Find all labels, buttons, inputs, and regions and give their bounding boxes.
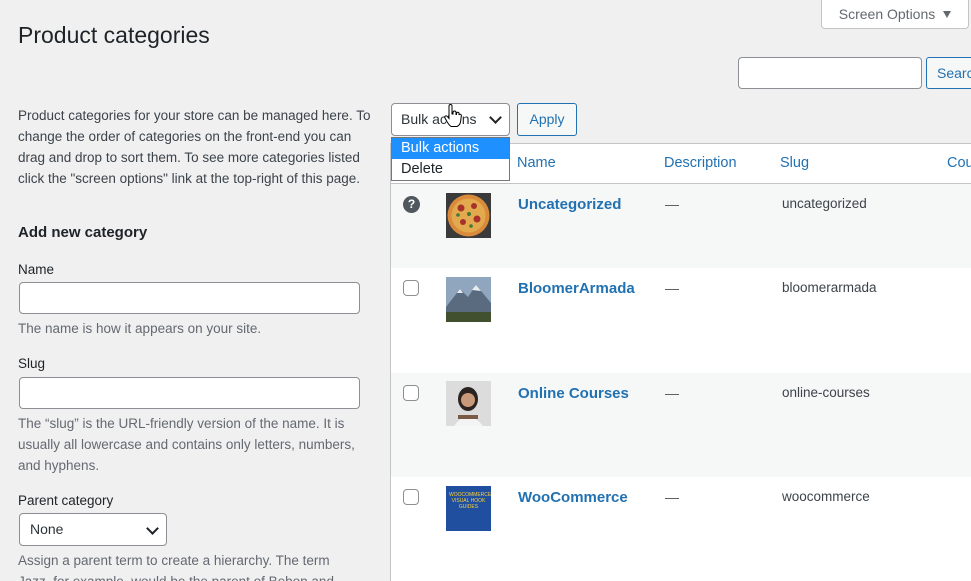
search-button[interactable]: Search (926, 57, 971, 89)
table-row: Online Courses — online-courses (391, 373, 971, 477)
apply-button[interactable]: Apply (517, 103, 577, 136)
category-slug: woocommerce (782, 489, 870, 504)
table-row: WOOCOMMERCE VISUAL HOOK GUIDES WooCommer… (391, 477, 971, 581)
column-description[interactable]: Description (664, 155, 737, 171)
screen-options-label: Screen Options (838, 6, 936, 22)
triangle-down-icon (943, 10, 952, 18)
categories-table: Name Description Slug Count ? (390, 143, 971, 581)
table-row: BloomerArmada — bloomerarmada (391, 268, 971, 373)
bulk-actions-dropdown: Bulk actions Delete (391, 137, 510, 181)
chevron-down-icon (146, 522, 159, 535)
chevron-down-icon (489, 111, 502, 124)
table-row: ? Uncategorized — uncategorized (391, 184, 971, 268)
intro-text: Product categories for your store can be… (18, 108, 371, 186)
row-checkbox[interactable] (403, 280, 419, 296)
bulk-actions-value: Bulk actions (401, 111, 477, 127)
add-category-heading: Add new category (18, 224, 148, 241)
category-description: — (665, 385, 679, 401)
dropdown-option-delete[interactable]: Delete (392, 159, 509, 180)
screen-options-button[interactable]: Screen Options (821, 0, 969, 29)
pizza-thumbnail (446, 193, 491, 238)
row-checkbox[interactable] (403, 385, 419, 401)
parent-category-select[interactable]: None (19, 513, 167, 546)
row-checkbox[interactable] (403, 489, 419, 505)
category-link[interactable]: Online Courses (518, 385, 629, 402)
column-name[interactable]: Name (517, 155, 556, 171)
name-help: The name is how it appears on your site. (18, 321, 262, 336)
category-link[interactable]: WooCommerce (518, 489, 628, 506)
category-slug: bloomerarmada (782, 280, 877, 295)
category-description: — (665, 196, 679, 212)
category-description: — (665, 489, 679, 505)
dropdown-option-bulk-actions[interactable]: Bulk actions (392, 138, 509, 159)
page-title: Product categories (18, 22, 210, 48)
category-slug: online-courses (782, 385, 870, 400)
column-count[interactable]: Count (947, 155, 971, 171)
hand-cursor-icon (444, 103, 462, 133)
category-link[interactable]: Uncategorized (518, 196, 621, 213)
parent-help: Assign a parent term to create a hierarc… (18, 553, 334, 581)
slug-help: The “slug” is the URL-friendly version o… (18, 416, 355, 473)
person-thumbnail (446, 381, 491, 426)
slug-field[interactable] (19, 377, 360, 409)
name-field[interactable] (19, 282, 360, 314)
search-input[interactable] (738, 57, 922, 89)
help-icon: ? (403, 196, 420, 213)
name-label: Name (18, 262, 55, 277)
slug-label: Slug (18, 356, 46, 371)
mountain-thumbnail (446, 277, 491, 322)
category-link[interactable]: BloomerArmada (518, 280, 635, 297)
category-slug: uncategorized (782, 196, 867, 211)
parent-category-label: Parent category (18, 493, 114, 508)
parent-category-value: None (30, 521, 64, 537)
category-description: — (665, 280, 679, 296)
book-thumbnail-text: WOOCOMMERCE VISUAL HOOK GUIDES (449, 492, 491, 510)
page: Screen Options Product categories Search… (0, 0, 971, 581)
book-thumbnail: WOOCOMMERCE VISUAL HOOK GUIDES (446, 486, 491, 531)
column-slug[interactable]: Slug (780, 155, 809, 171)
